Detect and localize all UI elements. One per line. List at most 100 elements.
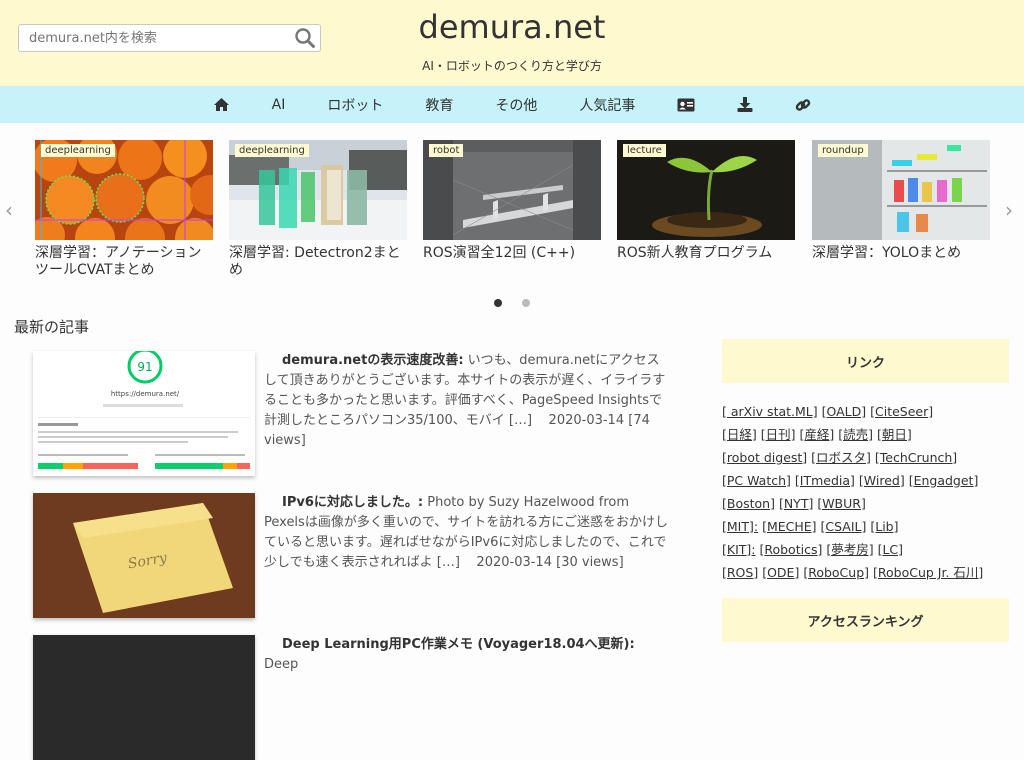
links-list: [ arXiv stat.ML] [OALD] [CiteSeer] [日経] [… <box>722 400 1009 584</box>
sidebar-link[interactable]: [朝日] <box>877 427 912 442</box>
sidebar-link[interactable]: [日刊] <box>761 427 796 442</box>
sidebar-link[interactable]: [OALD] <box>822 404 867 419</box>
post-title[interactable]: IPv6に対応しました。: <box>282 495 423 510</box>
sidebar-link[interactable]: [産経] <box>800 427 835 442</box>
sidebar-link[interactable]: [CiteSeer] <box>870 404 933 419</box>
slide-cvat[interactable]: deeplearning 深層学習：アノテーションツールCVATまとめ <box>35 140 213 285</box>
slide-tag[interactable]: roundup <box>818 144 868 157</box>
post-date: 2020-03-14 <box>476 555 552 570</box>
slide-tag[interactable]: deeplearning <box>235 144 309 157</box>
site-title-text[interactable]: demura.net <box>419 8 606 46</box>
slide-thumbnail[interactable]: lecture <box>617 140 795 240</box>
sidebar-link[interactable]: [NYT] <box>779 496 813 511</box>
sidebar-link[interactable]: [CSAIL] <box>821 519 867 534</box>
sidebar-link[interactable]: [ODE] <box>762 565 799 580</box>
post-screenshot-url: https://demura.net/ <box>111 390 180 398</box>
links-row: [robot digest] [ロボスタ] [TechCrunch] <box>722 446 1009 469</box>
slide-title[interactable]: 深層学習：YOLOまとめ <box>812 245 990 285</box>
nav-education[interactable]: 教育 <box>425 86 453 123</box>
links-row: [PC Watch] [ITmedia] [Wired] [Engadget] <box>722 469 1009 492</box>
post-text: Deep Learning用PC作業メモ (Voyager18.04へ更新): … <box>264 635 669 675</box>
links-row: [KIT]: [Robotics] [夢考房] [LC] <box>722 538 1009 561</box>
post-thumbnail[interactable]: Sorry <box>33 493 255 618</box>
slider-next-button[interactable]: › <box>1005 198 1013 222</box>
sidebar-link[interactable]: [PC Watch] <box>722 473 791 488</box>
site-tagline: AI・ロボットのつくり方と学び方 <box>422 59 602 73</box>
sidebar-link[interactable]: [LC] <box>878 542 903 557</box>
nav-ai[interactable]: AI <box>272 86 286 123</box>
post-text: demura.netの表示速度改善: いつも、demura.netにアクセスして… <box>264 351 669 451</box>
slider-dot-active[interactable] <box>494 299 502 307</box>
sidebar-link[interactable]: [ITmedia] <box>795 473 855 488</box>
slide-ros-exercise[interactable]: robot ROS演習全12回 (C++) <box>423 140 601 285</box>
sidebar-link[interactable]: [MECHE] <box>762 519 816 534</box>
nav-links[interactable] <box>795 86 811 123</box>
sidebar-link[interactable]: [読売] <box>838 427 873 442</box>
post-excerpt: Deep <box>264 657 299 672</box>
featured-slider: deeplearning 深層学習：アノテーションツールCVATまとめ deep… <box>0 123 1024 313</box>
slide-thumbnail[interactable]: roundup <box>812 140 990 240</box>
slide-title[interactable]: ROS新人教育プログラム <box>617 245 795 285</box>
sidebar-link[interactable]: [RoboCup Jr. 石川] <box>873 565 983 580</box>
slide-detectron2[interactable]: deeplearning 深層学習: Detectron2まとめ <box>229 140 407 285</box>
slide-tag[interactable]: robot <box>429 144 464 157</box>
post-title[interactable]: demura.netの表示速度改善: <box>282 353 464 368</box>
sidebar-link[interactable]: [日経] <box>722 427 757 442</box>
nav-popular[interactable]: 人気記事 <box>579 86 635 123</box>
sidebar-link[interactable]: [Robotics] <box>759 542 822 557</box>
nav-download[interactable] <box>737 86 753 123</box>
post-text: IPv6に対応しました。: Photo by Suzy Hazelwood fr… <box>264 493 669 573</box>
ranking-heading: アクセスランキング <box>722 598 1009 642</box>
post-score: 91 <box>137 360 152 374</box>
slider-prev-button[interactable]: ‹ <box>5 198 13 222</box>
slide-thumbnail[interactable]: robot <box>423 140 601 240</box>
links-row: [ROS] [ODE] [RoboCup] [RoboCup Jr. 石川] <box>722 561 1009 584</box>
slide-yolo[interactable]: roundup 深層学習：YOLOまとめ <box>812 140 990 285</box>
slide-ros-training[interactable]: lecture ROS新人教育プログラム <box>617 140 795 285</box>
sidebar-link[interactable]: [RoboCup] <box>803 565 869 580</box>
post-thumbnail[interactable] <box>33 635 255 760</box>
sidebar-link[interactable]: [robot digest] <box>722 450 807 465</box>
nav-profile[interactable] <box>677 86 695 123</box>
sidebar-link[interactable]: [Engadget] <box>909 473 979 488</box>
post-date: 2020-03-14 <box>548 413 625 428</box>
sidebar-link[interactable]: [Wired] <box>859 473 905 488</box>
sidebar-link[interactable]: [Lib] <box>870 519 898 534</box>
slide-title[interactable]: 深層学習: Detectron2まとめ <box>229 245 407 285</box>
download-icon <box>737 97 753 112</box>
sidebar-link[interactable]: [夢考房] <box>826 542 873 557</box>
sidebar-link[interactable]: [ arXiv stat.ML] <box>722 404 818 419</box>
slide-title[interactable]: 深層学習：アノテーションツールCVATまとめ <box>35 245 213 285</box>
sidebar-link[interactable]: [ロボスタ] <box>811 450 871 465</box>
post-views: [30 views] <box>556 555 624 570</box>
main-nav: AI ロボット 教育 その他 人気記事 <box>0 86 1024 123</box>
links-row: [日経] [日刊] [産経] [読売] [朝日] <box>722 423 1009 446</box>
nav-other[interactable]: その他 <box>495 86 537 123</box>
links-heading: リンク <box>722 339 1009 383</box>
sidebar-link[interactable]: [WBUR] <box>817 496 866 511</box>
nav-robot[interactable]: ロボット <box>327 86 383 123</box>
sidebar-link[interactable]: [KIT]: <box>722 542 755 557</box>
site-header: demura.net AI・ロボットのつくり方と学び方 <box>0 0 1024 86</box>
slider-dot[interactable] <box>522 299 530 307</box>
sidebar-link[interactable]: [MIT]: <box>722 519 758 534</box>
site-title[interactable]: demura.net <box>0 8 1024 46</box>
sidebar-link[interactable]: [Boston] <box>722 496 775 511</box>
nav-home[interactable] <box>213 86 230 123</box>
links-row: [Boston] [NYT] [WBUR] <box>722 492 1009 515</box>
id-card-icon <box>677 98 695 112</box>
sidebar: リンク [ arXiv stat.ML] [OALD] [CiteSeer] [日… <box>722 339 1009 642</box>
link-icon <box>795 97 811 113</box>
slide-thumbnail[interactable]: deeplearning <box>229 140 407 240</box>
post-title[interactable]: Deep Learning用PC作業メモ (Voyager18.04へ更新): <box>282 637 635 652</box>
latest-heading: 最新の記事 <box>14 318 90 336</box>
sidebar-link[interactable]: [ROS] <box>722 565 758 580</box>
slide-tag[interactable]: lecture <box>623 144 666 157</box>
links-row: [ arXiv stat.ML] [OALD] [CiteSeer] <box>722 400 1009 423</box>
sidebar-link[interactable]: [TechCrunch] <box>875 450 957 465</box>
slide-title[interactable]: ROS演習全12回 (C++) <box>423 245 601 285</box>
slide-tag[interactable]: deeplearning <box>41 144 115 157</box>
links-row: [MIT]: [MECHE] [CSAIL] [Lib] <box>722 515 1009 538</box>
post-thumbnail[interactable]: 91 https://demura.net/ <box>33 351 255 476</box>
slide-thumbnail[interactable]: deeplearning <box>35 140 213 240</box>
